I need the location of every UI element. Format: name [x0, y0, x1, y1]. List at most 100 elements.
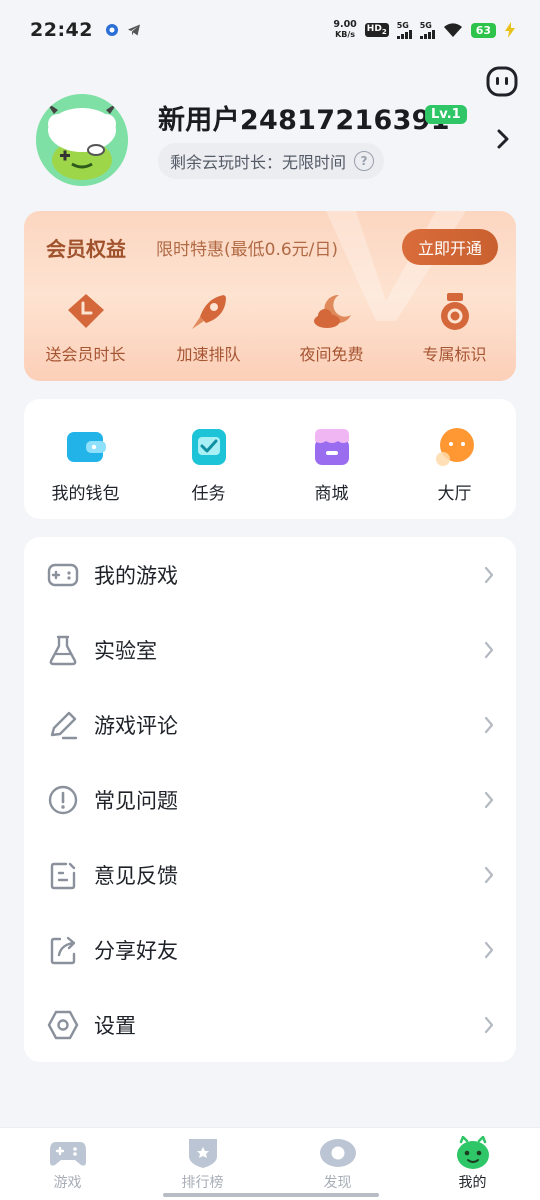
status-time: 22:42 — [30, 19, 93, 41]
menu-item-game-reviews[interactable]: 游戏评论 — [24, 687, 516, 762]
tab-games[interactable]: 游戏 — [0, 1128, 135, 1200]
vip-promo: 限时特惠(最低0.6元/日) — [156, 240, 339, 260]
vip-perk-night-free[interactable]: 夜间免费 — [270, 291, 393, 365]
vip-title: 会员权益 — [46, 237, 126, 261]
tab-ranking[interactable]: 排行榜 — [135, 1128, 270, 1200]
menu-item-feedback[interactable]: 意见反馈 — [24, 837, 516, 912]
status-right: 9.00 KB/s HD2 5G 5G 63 — [333, 20, 516, 40]
tab-mine[interactable]: 我的 — [405, 1128, 540, 1200]
share-icon — [50, 936, 76, 964]
clock-tag-icon — [67, 294, 104, 328]
menu-item-lab[interactable]: 实验室 — [24, 612, 516, 687]
wifi-icon — [443, 23, 462, 37]
status-bar: 22:42 9.00 KB/s HD2 5G 5G 63 — [0, 0, 540, 60]
menu-item-share[interactable]: 分享好友 — [24, 912, 516, 987]
chevron-right-icon — [484, 941, 494, 958]
vip-perks: 送会员时长 加速排队 夜间免费 专属标识 — [24, 291, 516, 365]
sim2-label: 2 — [381, 27, 387, 36]
chevron-right-icon — [484, 641, 494, 658]
vip-perk-queue-boost[interactable]: 加速排队 — [147, 291, 270, 365]
exclamation-icon — [48, 785, 78, 814]
menu-label: 设置 — [94, 1013, 136, 1038]
tab-label: 我的 — [458, 1175, 487, 1191]
menu-item-faq[interactable]: 常见问题 — [24, 762, 516, 837]
tab-label: 发现 — [323, 1175, 352, 1191]
username: 新用户24817216391 — [158, 105, 450, 136]
net-speed-value: 9.00 — [333, 19, 357, 30]
quick-actions-card: 我的钱包 任务 商城 大厅 — [24, 399, 516, 519]
feedback-icon — [50, 862, 76, 889]
quick-shop[interactable]: 商城 — [270, 399, 393, 519]
vip-benefits-card[interactable]: 会员权益 限时特惠(最低0.6元/日) 立即开通 送会员时长 加速排队 夜间免费… — [24, 211, 516, 381]
message-icon[interactable] — [486, 66, 518, 98]
chevron-right-icon — [484, 716, 494, 733]
telegram-icon — [127, 24, 140, 36]
signal-sim2: 5G — [419, 21, 435, 39]
quick-label: 大厅 — [437, 484, 472, 504]
rocket-icon — [191, 295, 226, 329]
menu-label: 实验室 — [94, 638, 157, 663]
signal-bars-icon — [396, 30, 412, 39]
tab-label: 游戏 — [53, 1175, 82, 1191]
quick-label: 商城 — [314, 484, 349, 504]
quick-lobby[interactable]: 大厅 — [393, 399, 516, 519]
chevron-right-icon — [484, 1016, 494, 1033]
net-speed: 9.00 KB/s — [333, 20, 356, 40]
menu-list: 我的游戏 实验室 游戏评论 常见问题 意见反馈 分享好友 设置 — [24, 537, 516, 1062]
menu-label: 游戏评论 — [94, 713, 178, 738]
cloud-play-time-label: 剩余云玩时长：无限时间 — [170, 153, 347, 172]
quick-tasks[interactable]: 任务 — [147, 399, 270, 519]
level-badge: Lv.1 — [425, 105, 467, 124]
home-indicator[interactable] — [163, 1193, 379, 1197]
menu-item-settings[interactable]: 设置 — [24, 987, 516, 1062]
hd-badge: HD2 — [364, 23, 389, 37]
shop-icon — [314, 429, 349, 465]
quick-label: 我的钱包 — [51, 484, 120, 504]
vip-perk-exclusive-badge[interactable]: 专属标识 — [393, 291, 516, 365]
help-icon[interactable]: ? — [354, 151, 375, 171]
bottom-tab-bar: 游戏 排行榜 发现 我的 — [0, 1127, 540, 1200]
quick-wallet[interactable]: 我的钱包 — [24, 399, 147, 519]
menu-item-my-games[interactable]: 我的游戏 — [24, 537, 516, 612]
signal-sim1: 5G — [396, 21, 412, 39]
vip-perk-label: 专属标识 — [422, 345, 487, 364]
gamepad-tab-icon — [49, 1142, 86, 1166]
signal-bars-icon — [419, 30, 435, 39]
net-speed-unit: KB/s — [335, 30, 356, 39]
cloud-play-time[interactable]: 剩余云玩时长：无限时间 ? — [158, 143, 385, 179]
vip-open-button[interactable]: 立即开通 — [402, 229, 498, 265]
avatar[interactable] — [36, 94, 128, 186]
menu-label: 分享好友 — [94, 938, 178, 963]
profile-chevron-right-icon[interactable] — [496, 128, 510, 150]
tab-label: 排行榜 — [181, 1175, 224, 1191]
gamepad-icon — [47, 563, 79, 586]
medal-icon — [440, 293, 469, 330]
wallet-icon — [66, 432, 106, 462]
menu-label: 常见问题 — [94, 788, 178, 813]
shield-tab-icon — [188, 1139, 217, 1168]
vip-perk-label: 夜间免费 — [299, 345, 364, 364]
vip-perk-label: 送会员时长 — [45, 345, 126, 364]
lobby-icon — [435, 428, 474, 466]
pencil-icon — [50, 711, 78, 739]
tab-discover[interactable]: 发现 — [270, 1128, 405, 1200]
menu-label: 意见反馈 — [94, 863, 178, 888]
signal1-label: 5G — [396, 21, 409, 30]
hd-label: HD — [366, 24, 382, 35]
monster-tab-icon — [456, 1136, 489, 1169]
vip-perk-bonus-time[interactable]: 送会员时长 — [24, 291, 147, 365]
battery-level: 63 — [470, 22, 496, 38]
avatar-monster-icon — [36, 94, 128, 186]
signal2-label: 5G — [419, 21, 432, 30]
menu-label: 我的游戏 — [94, 563, 178, 588]
task-check-icon — [191, 429, 226, 465]
charging-icon — [505, 22, 515, 38]
settings-icon — [47, 1010, 79, 1039]
app-notification-icon — [105, 24, 118, 36]
chevron-right-icon — [484, 566, 494, 583]
quick-label: 任务 — [191, 484, 226, 504]
chevron-right-icon — [484, 866, 494, 883]
flask-icon — [49, 635, 77, 665]
eye-tab-icon — [319, 1139, 356, 1167]
vip-perk-label: 加速排队 — [176, 345, 241, 364]
